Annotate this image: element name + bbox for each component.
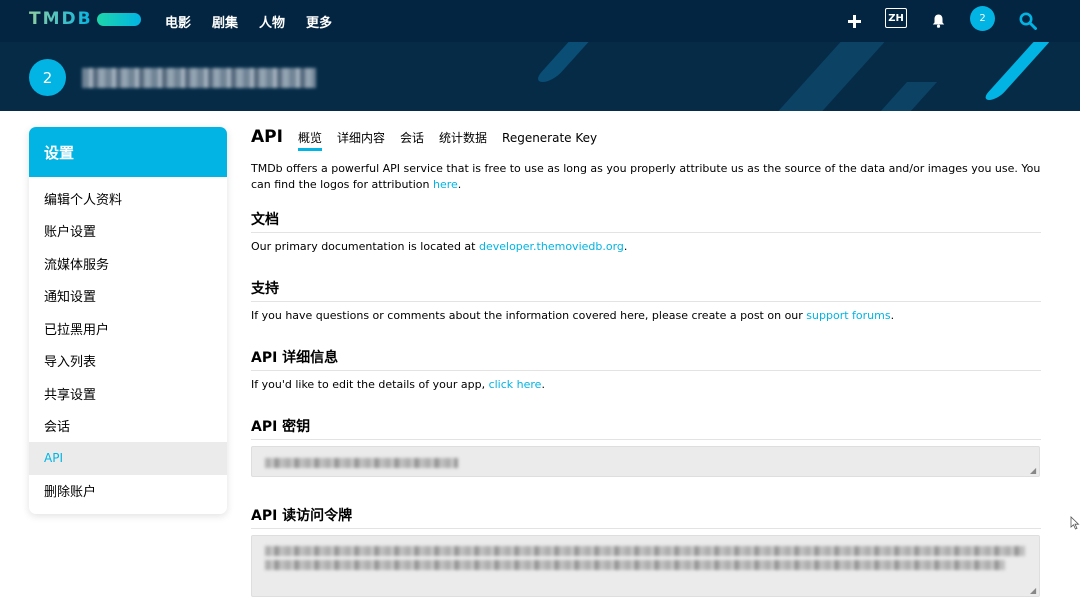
user-avatar-button[interactable]: 2: [970, 6, 995, 31]
api-details-section: API 详细信息 If you'd like to edit the detai…: [251, 347, 1041, 391]
profile-banner: 2: [0, 42, 1080, 111]
support-section: 支持 If you have questions or comments abo…: [251, 278, 1041, 322]
language-button[interactable]: ZH: [885, 8, 907, 28]
sidebar-item-sessions[interactable]: 会话: [29, 410, 227, 443]
tab-details[interactable]: 详细内容: [337, 129, 385, 146]
support-text-prefix: If you have questions or comments about …: [251, 309, 807, 322]
intro-paragraph: TMDb offers a powerful API service that …: [251, 162, 1041, 191]
api-token-field[interactable]: ◢: [251, 535, 1040, 597]
settings-title: 设置: [29, 127, 227, 177]
settings-menu: 编辑个人资料 账户设置 流媒体服务 通知设置 已拉黑用户 导入列表 共享设置 会…: [29, 177, 227, 507]
bell-icon[interactable]: [928, 0, 948, 42]
top-navbar: TMDB 电影 剧集 人物 更多 ZH 2: [0, 0, 1080, 42]
tmdb-logo[interactable]: TMDB: [29, 9, 141, 29]
nav-link-people[interactable]: 人物: [259, 12, 285, 31]
page-title: API: [251, 127, 283, 147]
nav-link-movies[interactable]: 电影: [165, 12, 191, 31]
blurred-token-line-2: [265, 560, 1005, 570]
resize-handle-icon[interactable]: ◢: [1030, 467, 1038, 475]
plus-icon[interactable]: [838, 0, 870, 42]
tab-sessions[interactable]: 会话: [400, 129, 424, 146]
profile-avatar[interactable]: 2: [29, 59, 66, 96]
decorative-stripe: [532, 42, 598, 82]
decorative-stripe: [981, 42, 1055, 100]
api-token-heading: API 读访问令牌: [251, 505, 1041, 529]
decorative-stripe: [750, 42, 894, 111]
api-details-text-prefix: If you'd like to edit the details of you…: [251, 378, 489, 391]
attribution-link[interactable]: here: [433, 178, 458, 191]
sidebar-item-notifications[interactable]: 通知设置: [29, 280, 227, 313]
api-key-field[interactable]: ◢: [251, 446, 1040, 477]
blurred-api-key: [265, 458, 458, 468]
nav-link-more[interactable]: 更多: [306, 12, 332, 31]
support-text: If you have questions or comments about …: [251, 309, 895, 322]
sidebar-item-account-settings[interactable]: 账户设置: [29, 215, 227, 248]
tab-overview[interactable]: 概览: [297, 129, 322, 151]
logo-pill-icon: [96, 12, 141, 26]
support-heading: 支持: [251, 278, 1041, 302]
api-tabs: API 概览 详细内容 会话 统计数据 Regenerate Key: [251, 127, 1041, 155]
sidebar-item-sharing[interactable]: 共享设置: [29, 377, 227, 410]
support-forums-link[interactable]: support forums: [806, 309, 890, 322]
intro-text: TMDb offers a powerful API service that …: [251, 162, 1041, 191]
edit-app-link[interactable]: click here: [489, 378, 542, 391]
logo-text: TMDB: [29, 9, 93, 29]
sidebar-item-blocked-users[interactable]: 已拉黑用户: [29, 312, 227, 345]
api-key-section: API 密钥: [251, 416, 1041, 440]
main-nav: 电影 剧集 人物 更多: [165, 0, 353, 42]
blurred-token-line-1: [265, 546, 1025, 556]
tab-stats[interactable]: 统计数据: [439, 129, 487, 146]
blurred-username: [82, 68, 316, 88]
api-key-heading: API 密钥: [251, 416, 1041, 440]
api-main-panel: API 概览 详细内容 会话 统计数据 Regenerate Key TMDb …: [251, 127, 1041, 193]
docs-text: Our primary documentation is located at …: [251, 240, 628, 253]
docs-heading: 文档: [251, 209, 1041, 233]
api-details-text: If you'd like to edit the details of you…: [251, 378, 545, 391]
docs-link[interactable]: developer.themoviedb.org: [479, 240, 624, 253]
sidebar-item-api[interactable]: API: [29, 442, 227, 475]
api-details-heading: API 详细信息: [251, 347, 1041, 371]
resize-handle-icon[interactable]: ◢: [1030, 587, 1038, 595]
search-icon[interactable]: [1016, 0, 1040, 42]
nav-link-tv[interactable]: 剧集: [212, 12, 238, 31]
decorative-stripe: [852, 82, 938, 111]
mouse-cursor-icon: [1070, 516, 1080, 530]
sidebar-item-streaming-services[interactable]: 流媒体服务: [29, 247, 227, 280]
api-token-section: API 读访问令牌: [251, 505, 1041, 529]
docs-text-prefix: Our primary documentation is located at: [251, 240, 479, 253]
sidebar-item-edit-profile[interactable]: 编辑个人资料: [29, 182, 227, 215]
sidebar-item-delete-account[interactable]: 删除账户: [29, 475, 227, 508]
tab-regenerate-key[interactable]: Regenerate Key: [502, 131, 597, 145]
sidebar-item-import-list[interactable]: 导入列表: [29, 345, 227, 378]
settings-sidebar: 设置 编辑个人资料 账户设置 流媒体服务 通知设置 已拉黑用户 导入列表 共享设…: [29, 127, 227, 514]
docs-section: 文档 Our primary documentation is located …: [251, 209, 1041, 253]
